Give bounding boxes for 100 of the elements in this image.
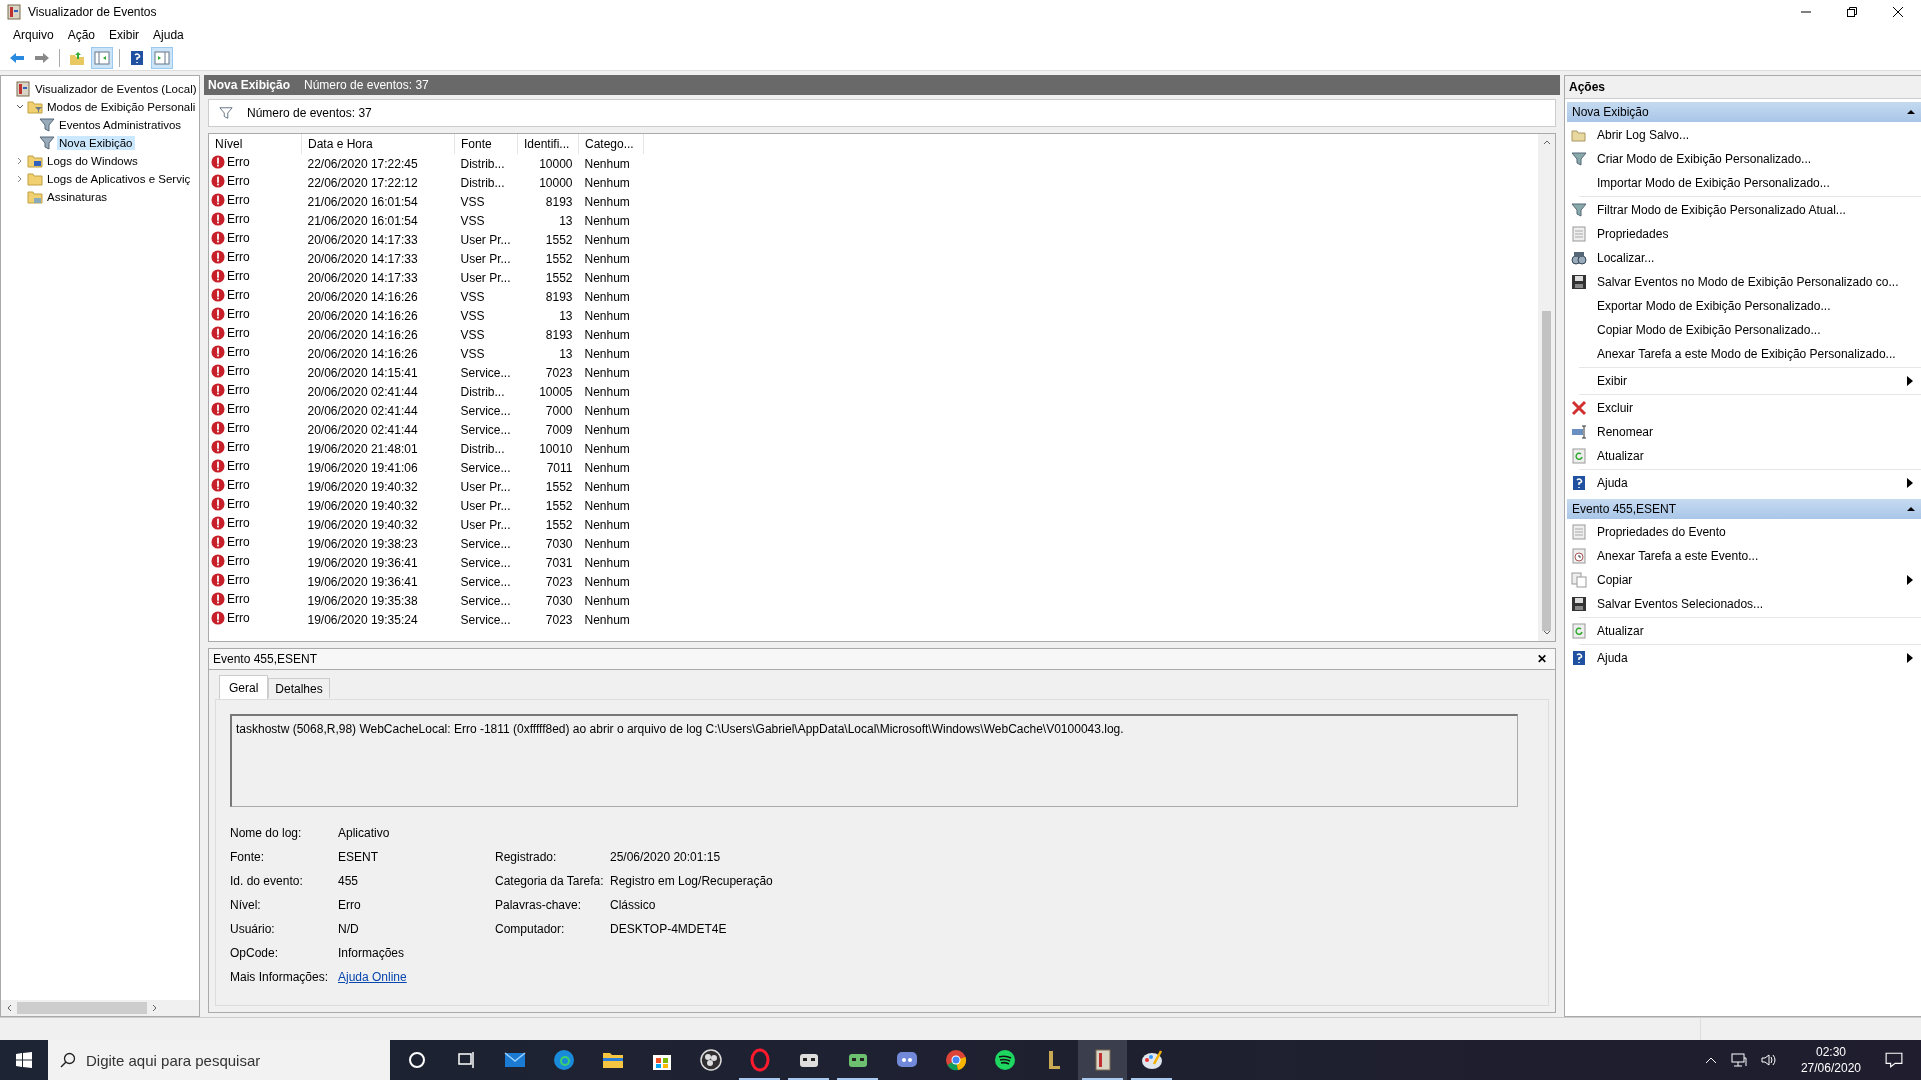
tree-item[interactable]: Logs do Windows xyxy=(45,154,140,168)
action-item[interactable]: Atualizar xyxy=(1571,619,1921,643)
tree-item[interactable]: Assinaturas xyxy=(45,190,110,204)
collapse-caret-icon[interactable] xyxy=(1907,108,1915,116)
menu-item[interactable]: Ajuda xyxy=(146,28,191,42)
action-item[interactable]: Atualizar xyxy=(1571,444,1921,468)
table-cell: VSS xyxy=(460,327,485,342)
error-icon xyxy=(211,402,225,416)
action-item[interactable]: Ajuda xyxy=(1571,646,1921,670)
table-cell: 1552 xyxy=(545,270,573,285)
table-cell: VSS xyxy=(460,213,485,228)
table-cell: 20/06/2020 14:17:33 xyxy=(307,270,418,285)
field-label: Usuário: xyxy=(230,922,276,936)
tree-item[interactable]: Eventos Administrativos xyxy=(57,118,184,132)
scroll-left-icon[interactable] xyxy=(5,1004,13,1012)
table-cell: 10010 xyxy=(539,441,573,456)
horizontal-scrollbar[interactable] xyxy=(1,1000,199,1016)
close-button[interactable]: ✕ xyxy=(1533,652,1551,666)
table-cell: User Pr... xyxy=(460,517,511,532)
action-item[interactable]: Copiar xyxy=(1571,568,1921,592)
scroll-up-icon[interactable] xyxy=(1542,138,1551,146)
online-help-link[interactable]: Ajuda Online xyxy=(338,970,407,984)
network-icon[interactable] xyxy=(1730,1052,1747,1068)
collapse-caret-icon[interactable] xyxy=(1907,505,1915,513)
field-label: Fonte: xyxy=(230,850,266,864)
table-cell: Service... xyxy=(460,574,511,589)
table-cell: Erro xyxy=(227,402,250,416)
action-item[interactable]: Ajuda xyxy=(1571,471,1921,495)
menu-item[interactable]: Ação xyxy=(60,28,103,42)
action-item[interactable]: Excluir xyxy=(1571,396,1921,420)
scroll-down-icon[interactable] xyxy=(1542,629,1551,637)
action-item[interactable]: Renomear xyxy=(1571,420,1921,444)
search-field[interactable]: Digite aqui para pesquisar xyxy=(48,1040,390,1080)
error-icon xyxy=(211,212,225,226)
action-item[interactable]: Propriedades do Evento xyxy=(1571,520,1921,544)
table-cell: Erro xyxy=(227,516,250,530)
error-icon xyxy=(211,611,225,625)
vertical-scrollbar[interactable] xyxy=(1538,134,1555,641)
caret-up-icon[interactable] xyxy=(1704,1056,1717,1064)
table-cell: 1552 xyxy=(545,232,573,247)
tree-item[interactable]: Logs de Aplicativos e Serviç xyxy=(45,172,193,186)
table-cell: 19/06/2020 19:35:38 xyxy=(307,593,418,608)
action-item[interactable]: Copiar Modo de Exibição Personalizado... xyxy=(1571,318,1921,342)
actions-header: Ações xyxy=(1565,76,1921,99)
table-cell: Distrib... xyxy=(460,441,505,456)
save-icon xyxy=(1571,596,1587,612)
tree-item[interactable]: Nova Exibição xyxy=(57,136,135,150)
table-cell: 21/06/2020 16:01:54 xyxy=(307,194,418,209)
tab[interactable]: Geral xyxy=(219,675,269,699)
tree-item[interactable]: Visualizador de Eventos (Local) xyxy=(33,82,199,96)
table-cell: Service... xyxy=(460,460,511,475)
taskbar-app[interactable] xyxy=(1078,1040,1127,1080)
table-cell: Distrib... xyxy=(460,156,505,171)
section-header[interactable]: Nova Exibição xyxy=(1567,102,1921,122)
table-cell: Erro xyxy=(227,250,250,264)
action-item[interactable]: Filtrar Modo de Exibição Personalizado Atual... xyxy=(1571,198,1921,222)
clock[interactable]: 02:30 27/06/2020 xyxy=(1800,1044,1861,1076)
menu-item[interactable]: Exibir xyxy=(102,28,147,42)
table-cell: Erro xyxy=(227,592,250,606)
tab[interactable]: Detalhes xyxy=(268,678,330,698)
action-item[interactable]: Exportar Modo de Exibição Personalizado... xyxy=(1571,294,1921,318)
table-cell: 7009 xyxy=(545,422,573,437)
error-icon xyxy=(211,231,225,245)
tree-pane-icon[interactable] xyxy=(91,47,113,69)
column-header[interactable]: Fonte xyxy=(454,134,518,154)
table-cell: Nenhum xyxy=(584,289,630,304)
scroll-right-icon[interactable] xyxy=(151,1004,159,1012)
action-item[interactable]: Exibir xyxy=(1571,369,1921,393)
action-item[interactable]: Salvar Eventos no Modo de Exibição Personalizado co... xyxy=(1571,270,1921,294)
table-cell: 1552 xyxy=(545,251,573,266)
error-icon xyxy=(211,573,225,587)
column-header[interactable]: Identifi... xyxy=(517,134,579,154)
action-item[interactable]: Criar Modo de Exibição Personalizado... xyxy=(1571,147,1921,171)
tree-item[interactable]: Modos de Exibição Personali xyxy=(45,100,198,114)
column-header[interactable]: Catego... xyxy=(578,134,644,154)
action-item[interactable]: Anexar Tarefa a este Modo de Exibição Personalizado... xyxy=(1571,342,1921,366)
table-cell: 8193 xyxy=(545,194,573,209)
action-item[interactable]: Importar Modo de Exibição Personalizado... xyxy=(1571,171,1921,195)
menu-item[interactable]: Arquivo xyxy=(6,28,61,42)
action-item[interactable]: Anexar Tarefa a este Evento... xyxy=(1571,544,1921,568)
table-cell: Service... xyxy=(460,555,511,570)
table-cell: Erro xyxy=(227,497,250,511)
volume-icon[interactable] xyxy=(1760,1052,1777,1068)
table-cell: 8193 xyxy=(545,327,573,342)
table-cell: Nenhum xyxy=(584,422,630,437)
table-cell: Erro xyxy=(227,231,250,245)
detail-title: Evento 455,ESENT xyxy=(213,652,318,666)
table-cell: Nenhum xyxy=(584,232,630,247)
action-item[interactable]: Abrir Log Salvo... xyxy=(1571,123,1921,147)
notification-icon[interactable] xyxy=(1885,1051,1903,1069)
section-header[interactable]: Evento 455,ESENT xyxy=(1567,499,1921,519)
table-cell: Erro xyxy=(227,307,250,321)
column-header[interactable]: Data e Hora xyxy=(301,134,455,154)
column-header[interactable]: Nível xyxy=(209,134,302,154)
table-cell: 19/06/2020 19:36:41 xyxy=(307,574,418,589)
table-cell: 7023 xyxy=(545,365,573,380)
action-item[interactable]: Propriedades xyxy=(1571,222,1921,246)
action-item[interactable]: Salvar Eventos Selecionados... xyxy=(1571,592,1921,616)
action-item[interactable]: Localizar... xyxy=(1571,246,1921,270)
table-cell: Nenhum xyxy=(584,574,630,589)
